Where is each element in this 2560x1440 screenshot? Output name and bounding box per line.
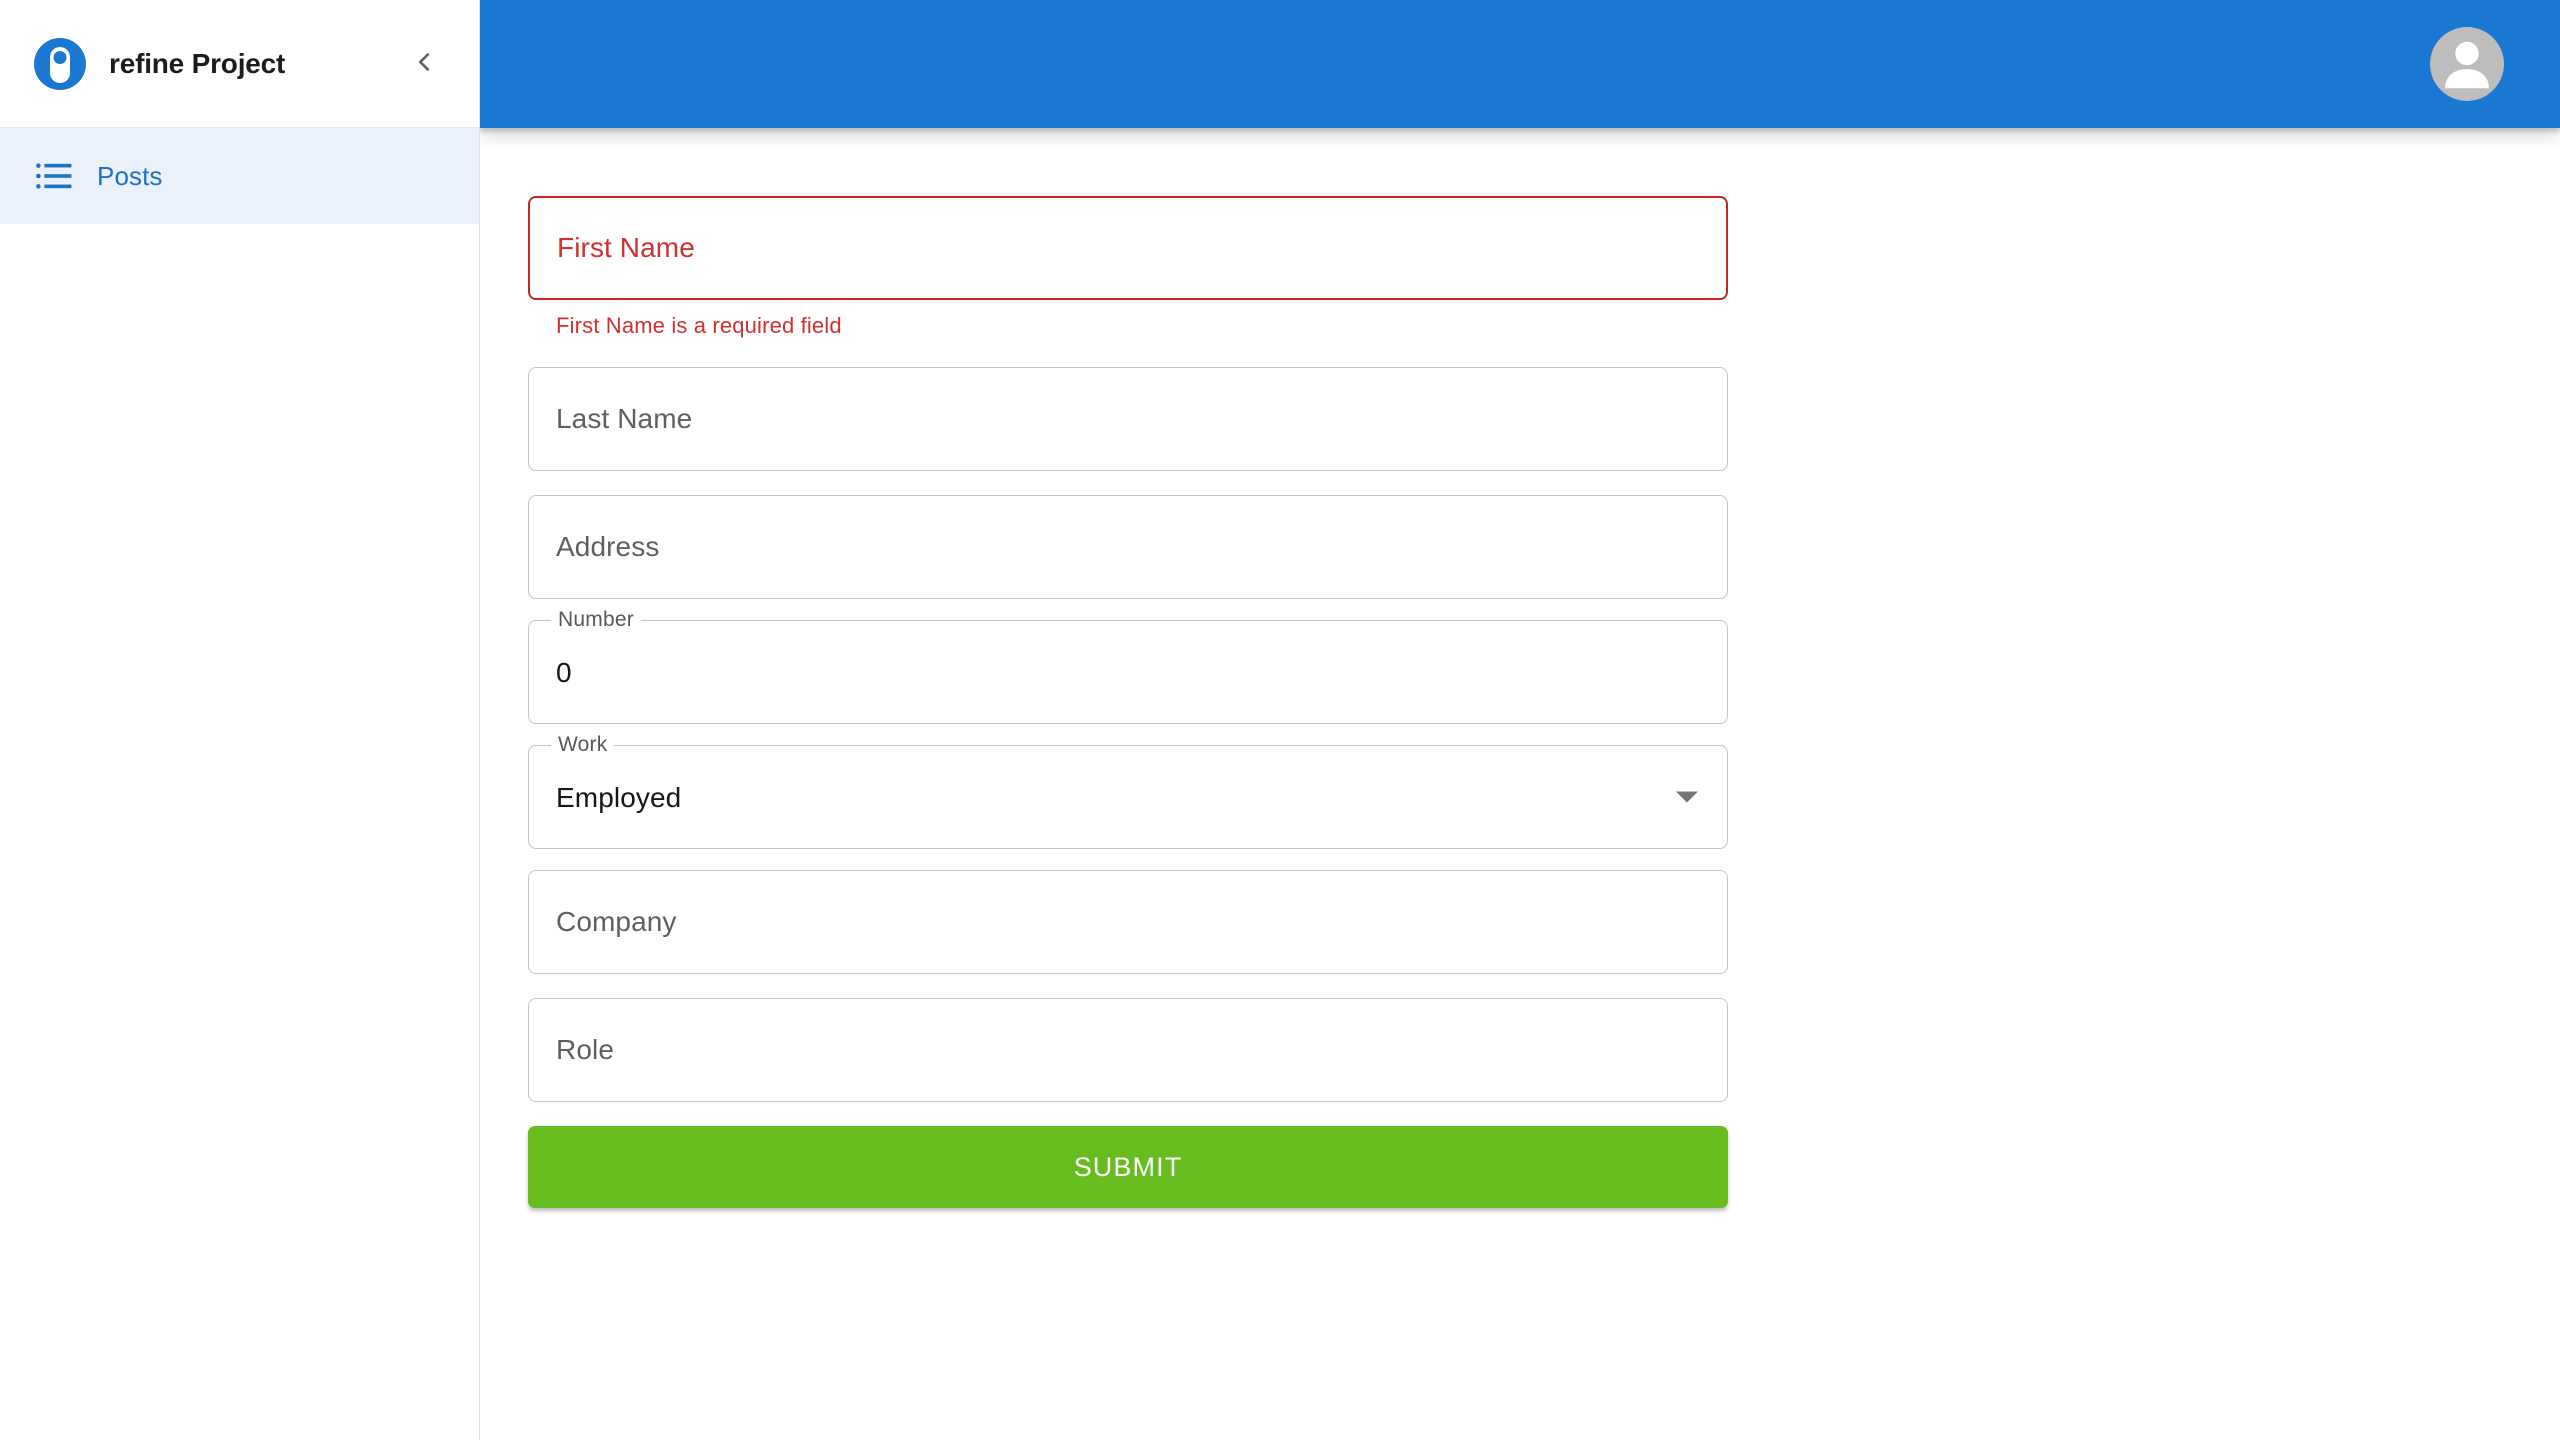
work-select[interactable]: Work Employed	[528, 733, 1728, 849]
sidebar: refine Project Posts	[0, 0, 480, 1440]
chevron-left-icon	[410, 48, 438, 79]
address-placeholder: Address	[556, 531, 660, 562]
number-value: 0	[556, 657, 572, 688]
first-name-input[interactable]: First Name	[528, 196, 1728, 300]
work-selected-value: Employed	[556, 782, 682, 813]
company-input[interactable]: Company	[528, 870, 1728, 974]
avatar[interactable]	[2430, 27, 2504, 101]
list-icon	[34, 156, 74, 196]
sidebar-item-posts[interactable]: Posts	[0, 128, 479, 224]
number-input[interactable]: Number 0	[528, 608, 1728, 724]
main-area: First Name First Name is a required fiel…	[480, 0, 2560, 1440]
person-form: First Name First Name is a required fiel…	[528, 196, 1728, 1208]
chevron-down-icon	[1676, 791, 1698, 803]
sidebar-item-label-posts: Posts	[97, 160, 163, 191]
app-root: refine Project Posts First Name First Na…	[0, 0, 2560, 1440]
submit-button[interactable]: SUBMIT	[528, 1126, 1728, 1208]
role-input[interactable]: Role	[528, 998, 1728, 1102]
first-name-error-text: First Name is a required field	[556, 313, 842, 338]
field-number: Number 0	[528, 608, 1728, 724]
role-placeholder: Role	[556, 1034, 614, 1065]
field-address: Address	[528, 495, 1728, 599]
sidebar-collapse-button[interactable]	[401, 41, 447, 87]
brand-title: refine Project	[109, 47, 286, 79]
form-area: First Name First Name is a required fiel…	[480, 128, 2560, 1208]
sidebar-brand: refine Project	[0, 0, 479, 128]
field-role: Role	[528, 998, 1728, 1102]
field-company: Company	[528, 870, 1728, 974]
first-name-placeholder: First Name	[557, 232, 695, 263]
sidebar-nav: Posts	[0, 128, 479, 224]
last-name-input[interactable]: Last Name	[528, 367, 1728, 471]
app-bar	[480, 0, 2560, 128]
field-work: Work Employed	[528, 733, 1728, 849]
person-avatar-icon	[2430, 27, 2504, 101]
field-first-name: First Name First Name is a required fiel…	[528, 196, 1728, 339]
refine-logo-icon	[34, 37, 86, 90]
field-last-name: Last Name	[528, 367, 1728, 471]
last-name-placeholder: Last Name	[556, 403, 693, 434]
company-placeholder: Company	[556, 906, 677, 937]
address-input[interactable]: Address	[528, 495, 1728, 599]
